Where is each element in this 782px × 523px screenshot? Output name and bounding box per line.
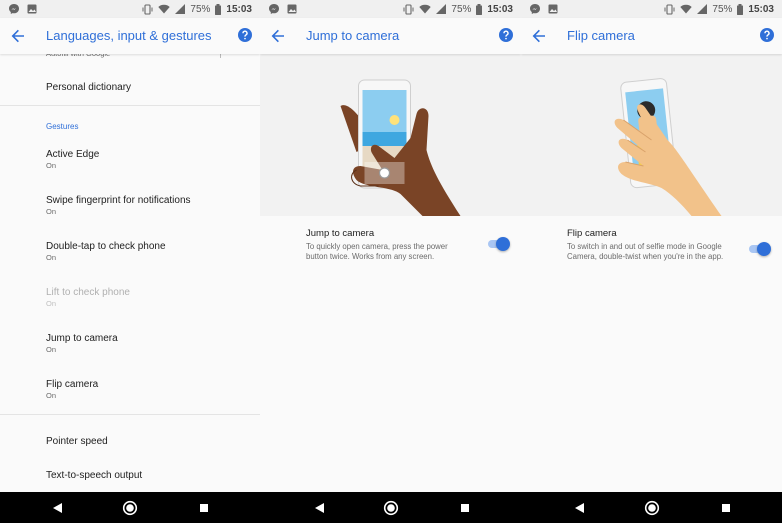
list-item-flip-camera[interactable]: Flip camera On: [46, 379, 250, 401]
recents-square-icon[interactable]: [718, 500, 734, 516]
back-triangle-icon[interactable]: [572, 500, 588, 516]
help-circle-icon[interactable]: [760, 28, 774, 42]
jump-to-camera-toggle[interactable]: [488, 237, 510, 251]
messenger-icon: [269, 4, 279, 14]
toggle-thumb: [496, 237, 510, 251]
signal-icon: [697, 4, 708, 14]
list-item-active-edge[interactable]: Active Edge On: [46, 149, 250, 171]
page-title: Flip camera: [567, 28, 635, 43]
app-bar: Flip camera: [521, 18, 782, 54]
status-bar: 75% 15:03: [0, 0, 260, 18]
recents-square-icon[interactable]: [457, 500, 473, 516]
back-triangle-icon[interactable]: [312, 500, 328, 516]
signal-icon: [436, 4, 447, 14]
arrow-left-icon[interactable]: [531, 28, 547, 44]
recents-square-icon[interactable]: [196, 500, 212, 516]
battery-icon: [476, 3, 483, 15]
setting-detail[interactable]: Flip camera To switch in and out of self…: [567, 228, 728, 262]
battery-icon: [737, 3, 744, 15]
flip-camera-toggle[interactable]: [749, 242, 771, 256]
status-time: 15:03: [226, 3, 252, 15]
gesture-illustration: [521, 54, 782, 216]
messenger-icon: [9, 4, 19, 14]
wifi-icon: [158, 4, 171, 14]
panel-languages-input-gestures: 75% 15:03 Languages, input & gestures Au…: [0, 0, 260, 492]
help-circle-icon[interactable]: [499, 28, 513, 42]
system-navigation-bar: [0, 492, 782, 523]
list-item-double-tap[interactable]: Double-tap to check phone On: [46, 241, 250, 263]
hand-holding-phone-illustration: [340, 79, 460, 216]
page-title: Languages, input & gestures: [46, 28, 212, 43]
status-bar: 75% 15:03: [521, 0, 782, 18]
home-circle-icon[interactable]: [383, 500, 399, 516]
battery-percent: 75%: [712, 3, 733, 15]
setting-description: To switch in and out of selfie mode in G…: [567, 242, 724, 261]
battery-percent: 75%: [190, 3, 211, 15]
vibrate-icon: [142, 3, 153, 15]
wifi-icon: [419, 4, 432, 14]
vibrate-icon: [664, 3, 675, 15]
image-notification-icon: [287, 4, 297, 14]
setting-title: Jump to camera: [306, 228, 375, 239]
gesture-illustration: [260, 54, 521, 216]
home-circle-icon[interactable]: [122, 500, 138, 516]
page-title: Jump to camera: [306, 28, 400, 43]
vibrate-icon: [403, 3, 414, 15]
panel-jump-to-camera: 75% 15:03 Jump to camera Jump to camera …: [260, 0, 521, 492]
list-item-lift-to-check: Lift to check phone On: [46, 287, 130, 308]
list-item-tts-output[interactable]: Text-to-speech output: [46, 470, 250, 482]
wifi-icon: [680, 4, 693, 14]
section-divider: [0, 105, 260, 106]
app-bar: Jump to camera: [260, 18, 521, 54]
setting-title: Flip camera: [567, 228, 617, 239]
list-item-jump-to-camera[interactable]: Jump to camera On: [46, 333, 250, 355]
setting-detail[interactable]: Jump to camera To quickly open camera, p…: [306, 228, 467, 262]
status-time: 15:03: [487, 3, 513, 15]
panel-flip-camera: 75% 15:03 Flip camera Flip camera To swi…: [521, 0, 782, 492]
status-time: 15:03: [748, 3, 774, 15]
hand-flipping-phone-illustration: [614, 78, 721, 216]
messenger-icon: [530, 4, 540, 14]
list-item-pointer-speed[interactable]: Pointer speed: [46, 436, 250, 448]
list-item-swipe-fingerprint[interactable]: Swipe fingerprint for notifications On: [46, 195, 250, 217]
section-divider: [0, 414, 260, 415]
battery-percent: 75%: [451, 3, 472, 15]
setting-description: To quickly open camera, press the power …: [306, 242, 448, 261]
signal-icon: [175, 4, 186, 14]
battery-icon: [215, 3, 222, 15]
arrow-left-icon[interactable]: [10, 28, 26, 44]
status-bar: 75% 15:03: [260, 0, 521, 18]
arrow-left-icon[interactable]: [270, 28, 286, 44]
back-triangle-icon[interactable]: [50, 500, 66, 516]
section-header-gestures: Gestures: [46, 122, 79, 131]
image-notification-icon: [27, 4, 37, 14]
help-circle-icon[interactable]: [238, 28, 252, 42]
home-circle-icon[interactable]: [644, 500, 660, 516]
toggle-thumb: [757, 242, 771, 256]
list-item-personal-dictionary[interactable]: Personal dictionary: [46, 82, 250, 94]
app-bar: Languages, input & gestures: [0, 18, 260, 54]
image-notification-icon: [548, 4, 558, 14]
